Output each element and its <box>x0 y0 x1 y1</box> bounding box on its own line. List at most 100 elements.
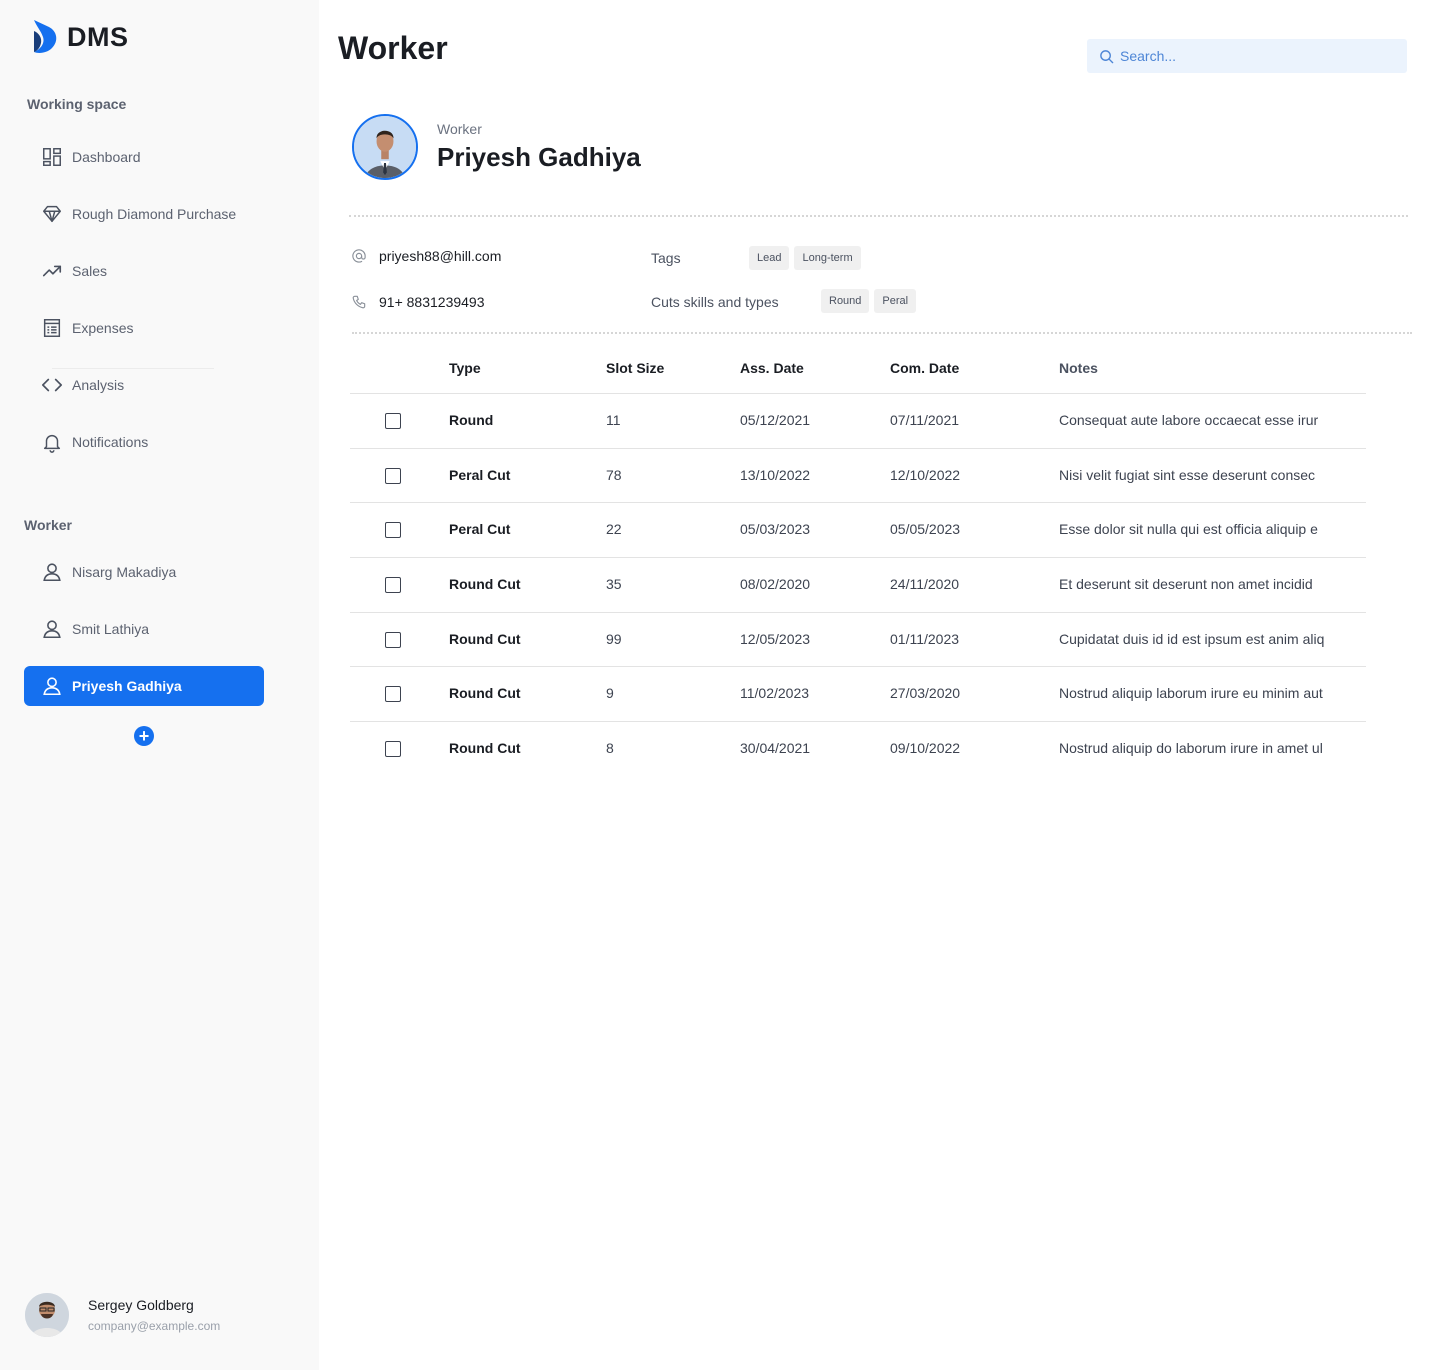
row-checkbox[interactable] <box>385 631 401 648</box>
app-logo[interactable]: DMS <box>33 19 129 55</box>
column-header-ass-date[interactable]: Ass. Date <box>740 360 804 376</box>
search-input[interactable] <box>1120 48 1390 64</box>
tag-chip[interactable]: Long-term <box>794 246 861 270</box>
cell-notes: Nostrud aliquip laborum irure eu minim a… <box>1059 685 1323 702</box>
table-row[interactable]: Peral Cut 22 05/03/2023 05/05/2023 Esse … <box>350 503 1366 559</box>
nav-item-label: Analysis <box>72 377 125 393</box>
cell-slot-size: 78 <box>606 466 622 483</box>
user-name: Sergey Goldberg <box>88 1297 194 1313</box>
user-email: company@example.com <box>88 1319 221 1333</box>
skill-chip[interactable]: Round <box>821 289 870 313</box>
at-icon <box>352 249 366 263</box>
user-icon <box>40 674 64 698</box>
worker-role: Worker <box>437 121 482 137</box>
worker-email[interactable]: priyesh88@hill.com <box>352 248 501 264</box>
cell-type: Peral Cut <box>449 466 511 483</box>
nav-item-dashboard[interactable]: Dashboard <box>40 142 141 172</box>
cell-slot-size: 35 <box>606 576 622 593</box>
column-header-type[interactable]: Type <box>449 360 481 376</box>
user-icon <box>40 560 64 584</box>
tags-list: Lead Long-term <box>749 246 861 270</box>
column-header-notes[interactable]: Notes <box>1059 360 1098 376</box>
worker-name: Priyesh Gadhiya <box>437 142 641 172</box>
nav-item-label: Dashboard <box>72 149 141 165</box>
cell-slot-size: 9 <box>606 685 614 702</box>
cell-ass-date: 13/10/2022 <box>740 466 811 483</box>
cell-ass-date: 05/03/2023 <box>740 521 811 538</box>
divider <box>352 332 1412 334</box>
cell-type: Round Cut <box>449 685 521 702</box>
worker-phone[interactable]: 91+ 8831239493 <box>352 294 485 310</box>
table-row[interactable]: Round Cut 35 08/02/2020 24/11/2020 Et de… <box>350 558 1366 613</box>
cell-ass-date: 30/04/2021 <box>740 740 811 757</box>
skill-chip[interactable]: Peral <box>874 289 917 313</box>
row-checkbox[interactable] <box>385 467 401 484</box>
nav-item-notifications[interactable]: Notifications <box>40 427 148 457</box>
page-title: Worker <box>338 30 448 66</box>
cell-ass-date: 12/05/2023 <box>740 630 811 647</box>
table-row[interactable]: Peral Cut 78 13/10/2022 12/10/2022 Nisi … <box>350 449 1366 504</box>
cell-notes: Consequat aute labore occaecat esse irur <box>1059 412 1319 428</box>
cell-com-date: 05/05/2023 <box>890 521 961 538</box>
diamond-icon <box>40 202 64 226</box>
working-space-title: Working space <box>27 96 127 112</box>
dms-logo-icon <box>34 20 57 53</box>
nav-item-rough-diamond-purchase[interactable]: Rough Diamond Purchase <box>40 199 236 229</box>
nav-item-label: Expenses <box>72 320 134 336</box>
cell-ass-date: 11/02/2023 <box>740 685 810 702</box>
nav-item-expenses[interactable]: Expenses <box>40 313 133 343</box>
row-checkbox[interactable] <box>385 577 401 594</box>
row-checkbox[interactable] <box>385 741 401 758</box>
cell-notes: Esse dolor sit nulla qui est officia ali… <box>1059 521 1318 538</box>
worker-item-smit-lathiya[interactable]: Smit Lathiya <box>24 609 264 649</box>
user-icon <box>40 617 64 641</box>
cell-notes: Et deserunt sit deserunt non amet incidi… <box>1059 576 1313 593</box>
plus-icon: + <box>138 726 150 746</box>
sidebar: DMS Working space Dashboard Rough Diamon… <box>0 0 319 1370</box>
worker-email-text: priyesh88@hill.com <box>379 248 502 264</box>
cell-slot-size: 11 <box>606 412 621 428</box>
row-checkbox[interactable] <box>385 686 401 703</box>
worker-item-label: Nisarg Makadiya <box>72 564 177 580</box>
row-checkbox[interactable] <box>385 522 401 539</box>
cell-com-date: 12/10/2022 <box>890 466 961 483</box>
column-header-com-date[interactable]: Com. Date <box>890 360 959 376</box>
receipt-icon <box>40 316 64 340</box>
cell-type: Round Cut <box>449 576 521 593</box>
row-checkbox[interactable] <box>385 413 401 429</box>
search-bar[interactable] <box>1087 39 1407 73</box>
column-header-slot-size[interactable]: Slot Size <box>606 360 664 376</box>
cell-slot-size: 22 <box>606 521 622 538</box>
worker-item-label: Priyesh Gadhiya <box>72 678 182 694</box>
tags-label: Tags <box>651 250 681 266</box>
nav-item-sales[interactable]: Sales <box>40 256 107 286</box>
cell-type: Peral Cut <box>449 521 511 538</box>
table-row[interactable]: Round Cut 99 12/05/2023 01/11/2023 Cupid… <box>350 613 1366 668</box>
cell-notes: Cupidatat duis id id est ipsum est anim … <box>1059 630 1325 647</box>
cell-com-date: 24/11/2020 <box>890 576 960 593</box>
worker-item-priyesh-gadhiya[interactable]: Priyesh Gadhiya <box>24 666 264 706</box>
table-row[interactable]: Round Cut 8 30/04/2021 09/10/2022 Nostru… <box>350 722 1366 777</box>
add-worker-button[interactable]: + <box>134 726 154 746</box>
table-row[interactable]: Round 11 05/12/2021 07/11/2021 Consequat… <box>350 394 1366 449</box>
table-header: Type Slot Size Ass. Date Com. Date Notes <box>350 340 1366 394</box>
table-row[interactable]: Round Cut 9 11/02/2023 27/03/2020 Nostru… <box>350 667 1366 723</box>
sidebar-divider <box>52 368 214 369</box>
divider <box>349 215 1408 217</box>
current-user[interactable]: Sergey Goldberg company@example.com <box>25 1293 220 1337</box>
cell-ass-date: 08/02/2020 <box>740 576 811 593</box>
search-icon <box>1100 49 1114 63</box>
cell-type: Round <box>449 412 494 428</box>
worker-jobs-table: Type Slot Size Ass. Date Com. Date Notes… <box>350 340 1366 777</box>
cell-slot-size: 99 <box>606 630 622 647</box>
dashboard-icon <box>40 145 64 169</box>
cell-com-date: 09/10/2022 <box>890 740 961 757</box>
nav-item-analysis[interactable]: Analysis <box>40 370 124 400</box>
cell-com-date: 01/11/2023 <box>890 630 960 647</box>
avatar <box>25 1293 69 1337</box>
skills-list: Round Peral <box>821 289 917 313</box>
worker-item-nisarg-makadiya[interactable]: Nisarg Makadiya <box>24 552 264 592</box>
cell-type: Round Cut <box>449 630 521 647</box>
tag-chip[interactable]: Lead <box>749 246 790 270</box>
worker-phone-text: 91+ 8831239493 <box>379 294 485 310</box>
